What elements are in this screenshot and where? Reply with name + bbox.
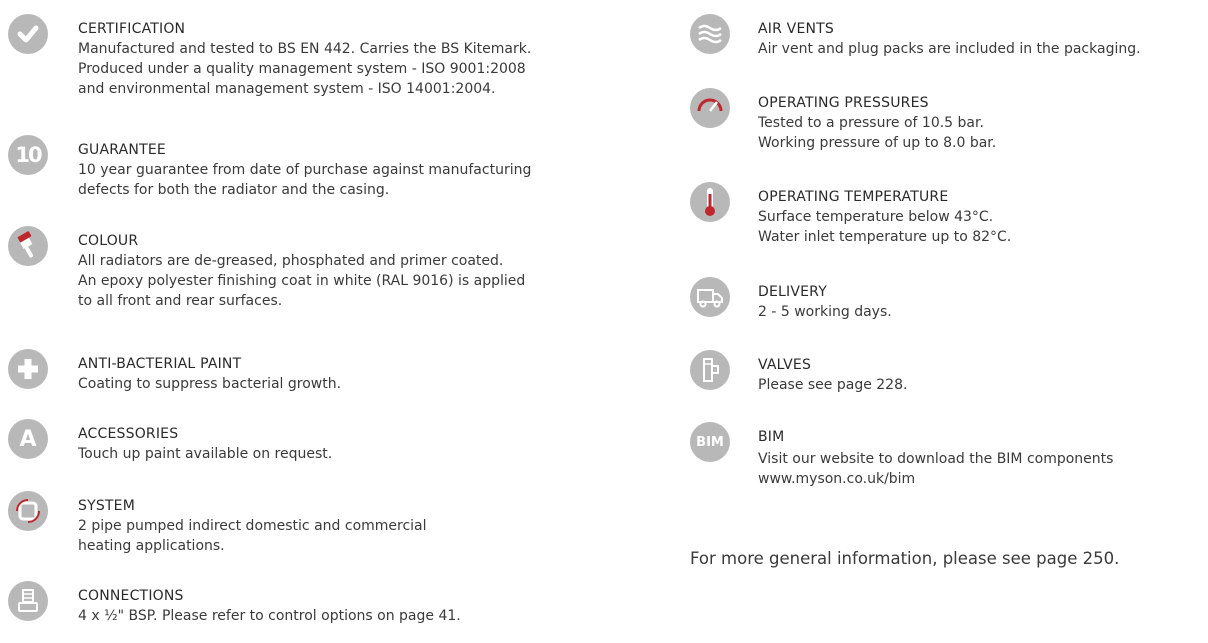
- section-title: GUARANTEE: [78, 142, 166, 158]
- section-description: Surface temperature below 43°C. Water in…: [758, 209, 1012, 245]
- section-title: BIM: [758, 429, 785, 445]
- section-title: ACCESSORIES: [78, 426, 179, 442]
- bim-icon: BIM: [690, 422, 730, 462]
- section-description: Touch up paint available on request.: [78, 446, 333, 462]
- plus-icon: [8, 349, 48, 389]
- pressure-gauge-icon: [690, 88, 730, 128]
- system-cycle-icon: [8, 491, 48, 531]
- valve-icon: [690, 350, 730, 390]
- ten-year-icon: 10: [8, 135, 48, 175]
- section-description: 2 - 5 working days.: [758, 304, 892, 320]
- section-description: Visit our website to download the BIM co…: [758, 451, 1114, 487]
- section-title: DELIVERY: [758, 284, 827, 300]
- section-description: 10 year guarantee from date of purchase …: [78, 162, 532, 198]
- section-description: Please see page 228.: [758, 377, 908, 393]
- checkmark-icon: [8, 14, 48, 54]
- section-description: 2 pipe pumped indirect domestic and comm…: [78, 518, 427, 554]
- section-title: VALVES: [758, 357, 812, 373]
- section-title: CONNECTIONS: [78, 588, 184, 604]
- section-description: Manufactured and tested to BS EN 442. Ca…: [78, 41, 532, 97]
- footer-note: For more general information, please see…: [690, 549, 1120, 568]
- delivery-truck-icon: [690, 277, 730, 317]
- section-title: OPERATING PRESSURES: [758, 95, 929, 111]
- section-title: ANTI-BACTERIAL PAINT: [78, 356, 242, 372]
- paintbrush-icon: [8, 226, 48, 266]
- section-description: 4 x ½" BSP. Please refer to control opti…: [78, 608, 461, 624]
- section-title: AIR VENTS: [758, 21, 835, 37]
- section-title: OPERATING TEMPERATURE: [758, 189, 949, 205]
- letter-a-icon: A: [8, 419, 48, 459]
- section-description: Tested to a pressure of 10.5 bar. Workin…: [758, 115, 997, 151]
- section-title: COLOUR: [78, 233, 139, 249]
- section-description: All radiators are de-greased, phosphated…: [78, 253, 526, 309]
- air-waves-icon: [690, 14, 730, 54]
- thermometer-icon: [690, 182, 730, 222]
- section-title: SYSTEM: [78, 498, 136, 514]
- connection-valve-icon: [8, 581, 48, 621]
- section-description: Air vent and plug packs are included in …: [758, 41, 1141, 57]
- section-title: CERTIFICATION: [78, 21, 186, 37]
- section-description: Coating to suppress bacterial growth.: [78, 376, 342, 392]
